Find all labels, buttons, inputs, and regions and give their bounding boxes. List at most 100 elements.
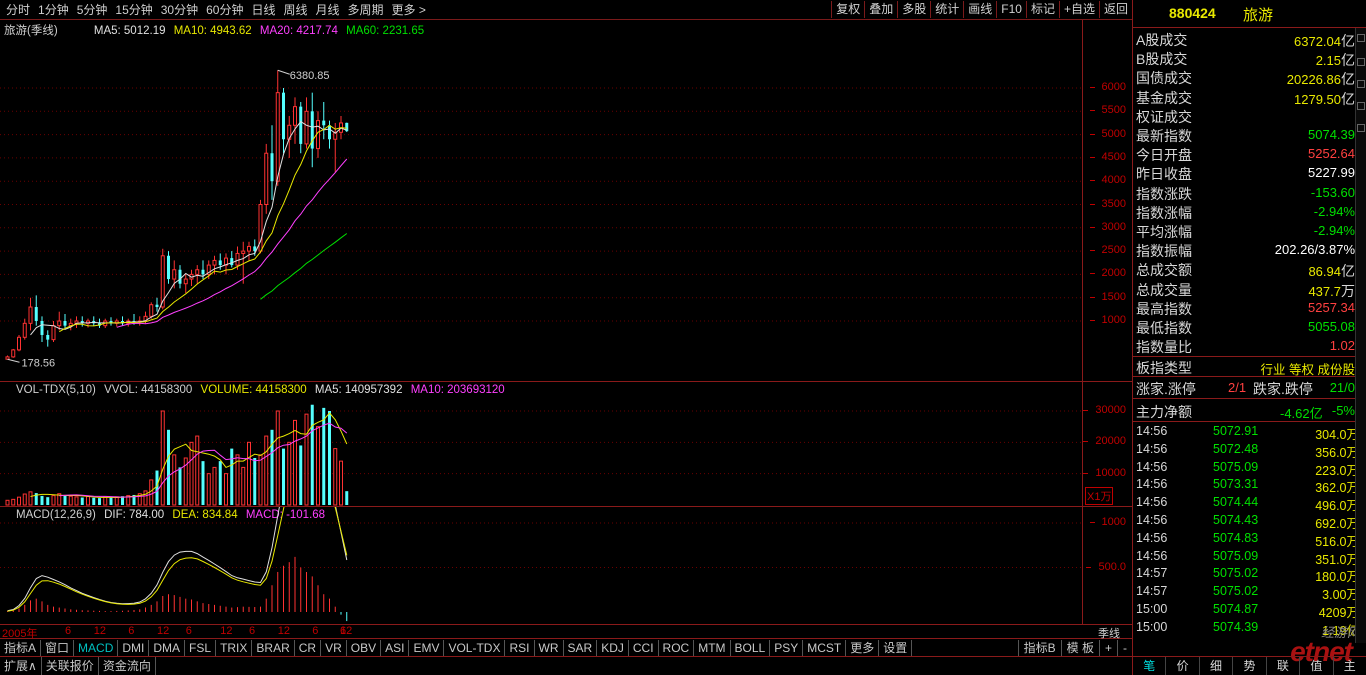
indicator-tab[interactable]: FSL	[185, 640, 217, 656]
indicator-tab[interactable]: SAR	[564, 640, 598, 656]
time-tick: 6	[128, 625, 135, 637]
indicator-tab[interactable]: 窗口	[41, 640, 75, 656]
tick-price: 5074.43	[1213, 513, 1259, 527]
tool-button[interactable]: F10	[996, 1, 1026, 18]
tool-button[interactable]: 叠加	[864, 1, 897, 18]
tool-button[interactable]: 多股	[897, 1, 930, 18]
period-tab[interactable]: 分时	[2, 3, 34, 17]
candle-body	[172, 269, 177, 280]
indicator-tab[interactable]: DMA	[149, 640, 186, 656]
candle-body	[275, 92, 280, 182]
indicator-tab[interactable]: EMV	[409, 640, 445, 656]
volume-bar	[63, 494, 67, 505]
volume-bar	[46, 497, 50, 505]
scroll-up-button[interactable]	[1357, 34, 1365, 42]
indicator-tab[interactable]: ROC	[659, 640, 695, 656]
bottom-tab[interactable]: 资金流向	[99, 657, 156, 675]
volume-pane[interactable]: VOL-TDX(5,10) VVOL: 44158300 VOLUME: 441…	[0, 382, 1132, 507]
candle-body	[149, 304, 154, 317]
indicator-tool[interactable]: -	[1117, 640, 1132, 656]
indicator-tab[interactable]: TRIX	[216, 640, 253, 656]
bottom-tab[interactable]: 扩展∧	[0, 657, 42, 675]
tick-price: 5075.02	[1213, 566, 1259, 581]
indicator-tab[interactable]: VOL-TDX	[444, 640, 506, 656]
scroll-button[interactable]	[1357, 58, 1365, 66]
side-scrollbar[interactable]	[1355, 28, 1366, 643]
candlestick-chart[interactable]: 6380.85 178.56	[0, 20, 1082, 382]
volume-unit: X1万	[1085, 487, 1114, 505]
tool-button[interactable]: 标记	[1025, 1, 1059, 18]
indicator-tool[interactable]: +	[1098, 640, 1117, 656]
stat-row: 最新指数 5074.39	[1133, 125, 1357, 144]
indicator-tab[interactable]: PSY	[770, 640, 804, 656]
quote-tab[interactable]: 价	[1166, 657, 1200, 675]
indicator-tab[interactable]: BRAR	[252, 640, 295, 656]
macd-chart[interactable]	[0, 507, 1082, 625]
scroll-button[interactable]	[1357, 124, 1365, 132]
period-tab[interactable]: 1分钟	[34, 3, 73, 17]
indicator-tab[interactable]: 设置	[879, 640, 913, 656]
stat-label: 指数量比	[1136, 339, 1192, 356]
period-tab[interactable]: 多周期	[344, 3, 388, 17]
volume-bar	[28, 491, 33, 506]
period-tab[interactable]: 15分钟	[111, 3, 156, 17]
candlestick-pane[interactable]: 旅游(季线) MA5: 5012.19 MA10: 4943.62 MA20: …	[0, 20, 1132, 382]
scroll-button[interactable]	[1357, 102, 1365, 110]
index-name: 旅游	[1243, 7, 1274, 24]
quote-tab[interactable]: 细	[1200, 657, 1234, 675]
indicator-tab[interactable]: MCST	[803, 640, 847, 656]
tick-time: 14:56	[1136, 513, 1168, 527]
volume-bar	[275, 410, 280, 506]
indicator-tab[interactable]: DMI	[118, 640, 150, 656]
period-tab[interactable]: 5分钟	[73, 3, 112, 17]
quote-tab[interactable]: 值	[1300, 657, 1334, 675]
tick-row: 14:56 5074.44 496.0万	[1133, 494, 1363, 513]
tool-button[interactable]: +自选	[1058, 1, 1099, 18]
scroll-button[interactable]	[1357, 80, 1365, 88]
volume-bar	[5, 499, 10, 506]
period-tab[interactable]: 周线	[279, 3, 311, 17]
indicator-tab[interactable]: CR	[295, 640, 322, 656]
period-tab[interactable]: 月线	[312, 3, 344, 17]
tick-time: 14:56	[1136, 530, 1168, 545]
indicator-tab[interactable]: BOLL	[731, 640, 771, 656]
tool-button[interactable]: 画线	[963, 1, 996, 18]
quote-panel: 880424 旅游 A股成交 6372.04亿 B股成交 2.15亿 国债成交 20226…	[1132, 0, 1366, 675]
tool-button[interactable]: 统计	[930, 1, 963, 18]
indicator-tab[interactable]: CCI	[629, 640, 659, 656]
indicator-tab[interactable]: 更多	[846, 640, 880, 656]
bottom-tab[interactable]: 关联报价	[42, 657, 99, 675]
indicator-tool[interactable]: 模 板	[1060, 640, 1099, 656]
indicator-tab[interactable]: WR	[535, 640, 564, 656]
stat-row: 指数涨幅 -2.94%	[1133, 202, 1357, 221]
time-tick: 2005年	[2, 628, 38, 640]
quote-tab[interactable]: 主	[1334, 657, 1366, 675]
indicator-tool[interactable]: 指标B	[1017, 640, 1061, 656]
quote-tab[interactable]: 笔	[1133, 657, 1167, 675]
stat-number: 5074.39	[1308, 127, 1355, 142]
indicator-tab[interactable]: KDJ	[597, 640, 629, 656]
stat-value: 5257.34	[1308, 300, 1355, 315]
period-tab[interactable]: 更多 >	[388, 3, 430, 17]
macd-pane[interactable]: MACD(12,26,9) DIF: 784.00 DEA: 834.84 MA…	[0, 507, 1132, 625]
tool-button[interactable]: 复权	[831, 1, 864, 18]
price-tick: 5500	[1089, 104, 1126, 117]
tick-time: 14:56	[1136, 459, 1168, 474]
period-tab[interactable]: 30分钟	[157, 3, 202, 17]
stat-label: B股成交	[1136, 51, 1188, 68]
indicator-tab[interactable]: RSI	[505, 640, 535, 656]
indicator-tab[interactable]: ASI	[381, 640, 410, 656]
quote-tab[interactable]: 联	[1267, 657, 1301, 675]
indicator-tab[interactable]: MACD	[74, 640, 119, 656]
tick-time: 14:56	[1136, 477, 1168, 492]
period-tab[interactable]: 60分钟	[202, 3, 247, 17]
volume-chart[interactable]	[0, 382, 1082, 507]
tool-button[interactable]: 返回	[1098, 1, 1132, 18]
quote-tab[interactable]: 势	[1233, 657, 1267, 675]
indicator-tab[interactable]: VR	[321, 640, 347, 656]
indicator-tab[interactable]: 指标A	[0, 640, 42, 656]
indicator-tab[interactable]: MTM	[694, 640, 731, 656]
price-tick: 3500	[1089, 197, 1126, 210]
indicator-tab[interactable]: OBV	[347, 640, 382, 656]
period-tab[interactable]: 日线	[247, 3, 279, 17]
